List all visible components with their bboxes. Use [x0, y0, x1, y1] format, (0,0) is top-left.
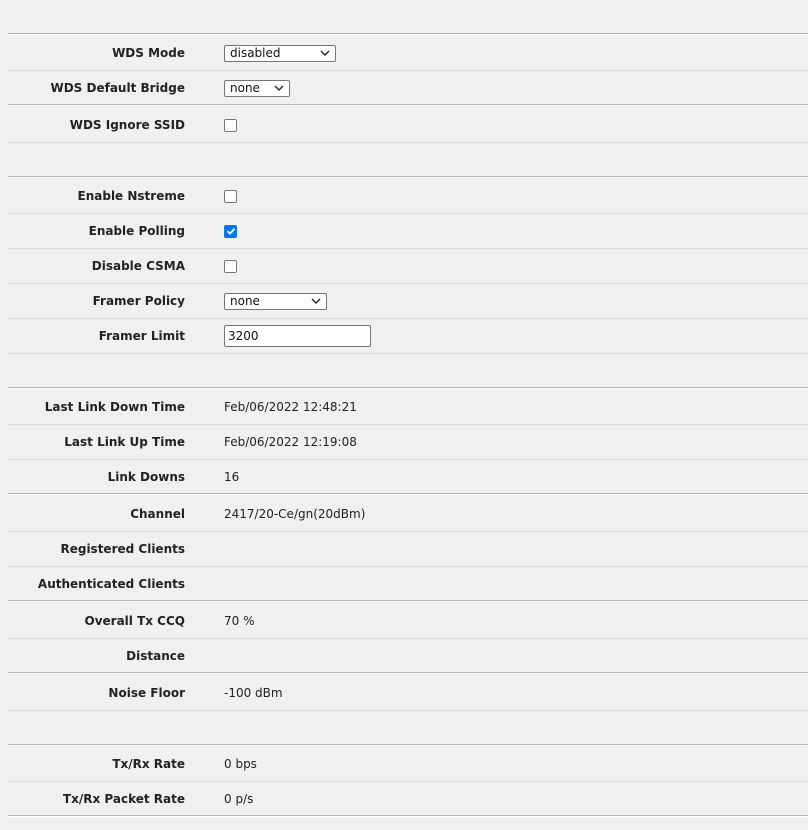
link-downs-label: Link Downs: [107, 470, 185, 484]
link-downs-row: Link Downs 16: [8, 460, 808, 494]
framer-limit-label: Framer Limit: [98, 329, 185, 343]
tx-rx-packet-rate-value: 0 p/s: [224, 792, 254, 806]
enable-polling-row: Enable Polling: [8, 214, 808, 248]
tx-rx-rate-row: Tx/Rx Rate 0 bps: [8, 747, 808, 781]
distance-row: Distance: [8, 639, 808, 673]
overall-tx-ccq-row: Overall Tx CCQ 70 %: [8, 604, 808, 638]
last-link-up-label: Last Link Up Time: [64, 435, 185, 449]
last-link-up-row: Last Link Up Time Feb/06/2022 12:19:08: [8, 425, 808, 459]
enable-nstreme-label: Enable Nstreme: [77, 189, 185, 203]
last-link-down-value: Feb/06/2022 12:48:21: [224, 400, 357, 414]
framer-policy-value: none: [230, 293, 260, 308]
framer-limit-row: Framer Limit: [8, 319, 808, 353]
framer-policy-label: Framer Policy: [92, 294, 185, 308]
last-link-down-row: Last Link Down Time Feb/06/2022 12:48:21: [8, 390, 808, 424]
enable-nstreme-row: Enable Nstreme: [8, 179, 808, 213]
disable-csma-row: Disable CSMA: [8, 249, 808, 283]
framer-policy-row: Framer Policy none: [8, 284, 808, 318]
tx-rx-rate-label: Tx/Rx Rate: [112, 757, 185, 771]
registered-clients-row: Registered Clients: [8, 532, 808, 566]
wds-default-bridge-value: none: [230, 80, 260, 95]
wds-mode-select[interactable]: disabled: [224, 44, 336, 62]
wds-default-bridge-label: WDS Default Bridge: [50, 81, 185, 95]
channel-row: Channel 2417/20-Ce/gn(20dBm): [8, 497, 808, 531]
overall-tx-ccq-label: Overall Tx CCQ: [84, 614, 186, 628]
authenticated-clients-row: Authenticated Clients: [8, 567, 808, 601]
link-downs-value: 16: [224, 470, 240, 484]
authenticated-clients-label: Authenticated Clients: [37, 577, 185, 591]
wds-ignore-ssid-row: WDS Ignore SSID: [8, 108, 808, 142]
row-divider: [8, 353, 808, 354]
noise-floor-value: -100 dBm: [224, 686, 283, 700]
disable-csma-checkbox[interactable]: [224, 259, 237, 273]
enable-polling-checkbox[interactable]: [224, 224, 237, 238]
framer-policy-select[interactable]: none: [224, 292, 327, 310]
last-link-up-value: Feb/06/2022 12:19:08: [224, 435, 357, 449]
wds-mode-value: disabled: [230, 45, 281, 60]
chevron-down-icon: [311, 298, 321, 304]
section-separator: [8, 176, 808, 178]
section-separator: [8, 387, 808, 389]
distance-label: Distance: [126, 649, 185, 663]
wds-ignore-ssid-label: WDS Ignore SSID: [69, 118, 185, 132]
row-divider: [8, 710, 808, 711]
last-link-down-label: Last Link Down Time: [44, 400, 185, 414]
wds-default-bridge-row: WDS Default Bridge none: [8, 71, 808, 105]
tx-rx-rate-value: 0 bps: [224, 757, 257, 771]
disable-csma-label: Disable CSMA: [91, 259, 185, 273]
channel-label: Channel: [130, 507, 185, 521]
tx-rx-packet-rate-row: Tx/Rx Packet Rate 0 p/s: [8, 782, 808, 816]
section-separator: [8, 744, 808, 746]
section-separator: [8, 33, 808, 35]
noise-floor-label: Noise Floor: [108, 686, 185, 700]
enable-nstreme-checkbox[interactable]: [224, 189, 237, 203]
tx-rx-packet-rate-label: Tx/Rx Packet Rate: [62, 792, 185, 806]
enable-polling-label: Enable Polling: [88, 224, 185, 238]
row-divider: [8, 142, 808, 143]
wds-ignore-ssid-checkbox[interactable]: [224, 118, 237, 132]
framer-limit-input[interactable]: [224, 325, 371, 347]
overall-tx-ccq-value: 70 %: [224, 614, 255, 628]
wds-mode-row: WDS Mode disabled: [8, 36, 808, 70]
checkmark-icon: [226, 227, 235, 235]
wds-mode-label: WDS Mode: [112, 46, 185, 60]
chevron-down-icon: [274, 85, 284, 91]
noise-floor-row: Noise Floor -100 dBm: [8, 676, 808, 710]
wds-default-bridge-select[interactable]: none: [224, 79, 290, 97]
registered-clients-label: Registered Clients: [60, 542, 185, 556]
chevron-down-icon: [320, 50, 330, 56]
channel-value: 2417/20-Ce/gn(20dBm): [224, 507, 366, 521]
